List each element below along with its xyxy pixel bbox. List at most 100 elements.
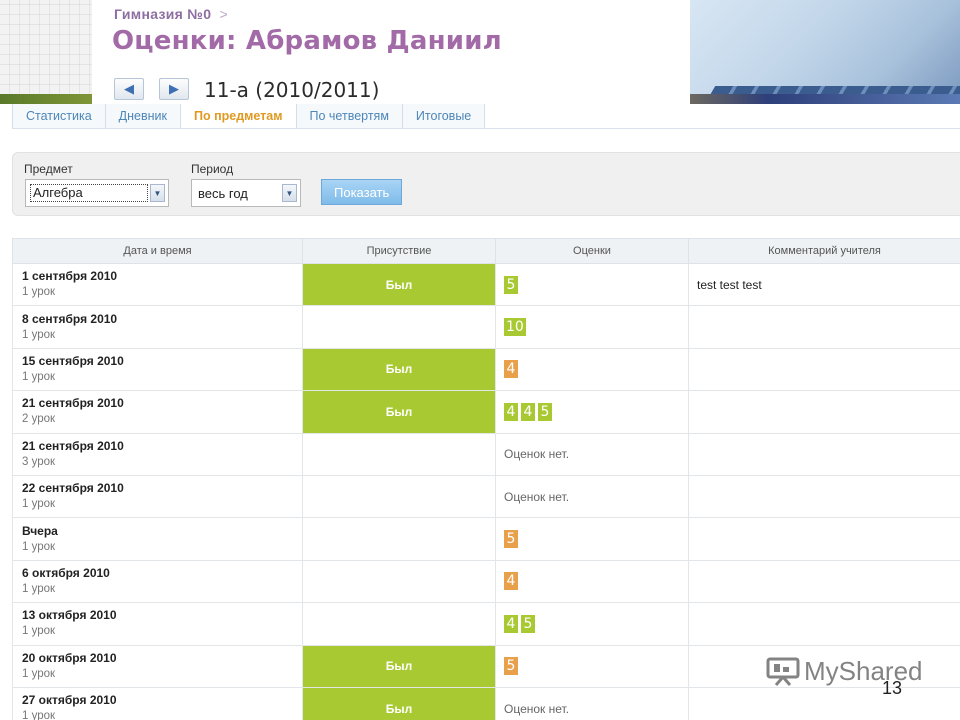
column-header-attendance: Присутствие [302,238,496,264]
tab-0[interactable]: Статистика [12,104,106,128]
grade-badge[interactable]: 4 [504,360,518,379]
header-background-right [690,0,960,104]
lesson-number: 1 урок [22,498,56,511]
chevron-down-icon[interactable]: ▼ [150,184,165,202]
lesson-date: 20 октября 2010 [22,650,117,665]
comment-cell [688,432,960,476]
lesson-number: 1 урок [22,582,56,595]
attendance-cell: Был [302,390,496,434]
grades-cell: 5 [495,262,689,307]
tab-1[interactable]: Дневник [105,104,181,128]
column-header-date: Дата и время [12,238,303,264]
grade-badge[interactable]: 5 [521,614,535,633]
next-class-button[interactable]: ▶ [159,78,189,100]
breadcrumb: Гимназия №0 > [114,6,228,22]
period-select[interactable]: весь год ▼ [191,179,301,207]
table-row: 13 октября 2010 1 урок 4 5 [12,602,960,646]
table-row: 22 сентября 2010 1 урок Оценок нет. [12,474,960,519]
date-cell: 15 сентября 2010 1 урок [12,347,303,392]
lesson-number: 1 урок [22,710,56,720]
lesson-date: 15 сентября 2010 [22,353,124,368]
comment-cell: test test test [688,262,960,307]
attendance-cell: Был [302,644,496,688]
grade-badge[interactable]: 4 [521,402,535,421]
date-cell: 8 сентября 2010 1 урок [12,305,303,349]
grades-cell: 4 [495,347,689,392]
header-panel: Гимназия №0 > Оценки: Абрамов Даниил ◀ ▶… [92,0,690,104]
grades-cell: Оценок нет. [495,474,689,519]
attendance-cell: Был [302,262,496,307]
comment-cell [688,517,960,561]
attendance-cell [302,305,496,349]
grade-badge[interactable]: 10 [504,318,526,337]
lesson-number: 3 урок [22,455,56,468]
table-row: 1 сентября 2010 1 урок Был 5 test test test [12,262,960,307]
table-row: 21 сентября 2010 2 урок Был 4 4 5 [12,390,960,434]
lesson-date: 21 сентября 2010 [22,396,124,411]
header-background-left [0,0,92,104]
tab-2[interactable]: По предметам [180,104,297,128]
grades-cell: Оценок нет. [495,432,689,476]
prev-class-button[interactable]: ◀ [114,78,144,100]
lesson-number: 1 урок [22,540,56,553]
comment-cell [688,602,960,646]
period-select-value: весь год [198,185,248,201]
grade-badge[interactable]: 4 [504,572,518,591]
show-button[interactable]: Показать [321,179,403,205]
comment-cell [688,347,960,392]
comment-cell [688,559,960,604]
lesson-number: 1 урок [22,370,56,383]
class-period-label: 11-а (2010/2011) [204,78,380,102]
table-row: 21 сентября 2010 3 урок Оценок нет. [12,432,960,476]
chevron-down-icon[interactable]: ▼ [282,184,297,202]
grades-cell: 445 [495,390,689,434]
date-cell: 13 октября 2010 1 урок [12,602,303,646]
period-label: Период [191,162,234,176]
table-row: Вчера 1 урок 5 [12,517,960,561]
breadcrumb-school-link[interactable]: Гимназия №0 [114,6,211,22]
tab-3[interactable]: По четвертям [296,104,403,128]
grades-cell: 10 [495,305,689,349]
no-grades-text: Оценок нет. [504,489,570,504]
table-row: 15 сентября 2010 1 урок Был 4 [12,347,960,392]
subject-label: Предмет [24,162,73,176]
table-header-row: Дата и время Присутствие Оценки Коммента… [12,238,960,264]
lesson-date: 27 октября 2010 [22,693,117,708]
lesson-number: 1 урок [22,625,56,638]
attendance-cell [302,474,496,519]
date-cell: Вчера 1 урок [12,517,303,561]
date-cell: 20 октября 2010 1 урок [12,644,303,688]
attendance-cell [302,517,496,561]
grade-badge[interactable]: 4 [504,402,518,421]
grades-cell: 45 [495,602,689,646]
tab-4[interactable]: Итоговые [402,104,486,128]
grades-table: Дата и время Присутствие Оценки Коммента… [12,238,960,720]
subject-select[interactable]: Алгебра ▼ [25,179,169,207]
lesson-date: 13 октября 2010 [22,608,117,623]
no-grades-text: Оценок нет. [504,447,570,462]
attendance-cell [302,432,496,476]
arrow-right-icon: ▶ [169,81,179,96]
arrow-left-icon: ◀ [124,81,134,96]
grade-badge[interactable]: 4 [504,614,518,633]
column-header-grades: Оценки [495,238,689,264]
comment-cell [688,390,960,434]
comment-cell [688,686,960,720]
watermark-text: MyShared [804,656,923,686]
no-grades-text: Оценок нет. [504,701,570,716]
subject-select-value: Алгебра [30,184,148,202]
grade-badge[interactable]: 5 [538,402,552,421]
comment-cell [688,305,960,349]
lesson-date: Вчера [22,523,58,538]
grade-badge[interactable]: 5 [504,657,518,676]
attendance-cell: Был [302,347,496,392]
comment-cell [688,474,960,519]
grades-cell: 5 [495,517,689,561]
date-cell: 21 сентября 2010 3 урок [12,432,303,476]
grade-badge[interactable]: 5 [504,530,518,549]
table-row: 8 сентября 2010 1 урок 10 [12,305,960,349]
grades-cell: 5 [495,644,689,688]
grade-badge[interactable]: 5 [504,275,518,294]
date-cell: 1 сентября 2010 1 урок [12,262,303,307]
tab-bar: Статистика Дневник По предметам По четвертя… [12,104,960,129]
